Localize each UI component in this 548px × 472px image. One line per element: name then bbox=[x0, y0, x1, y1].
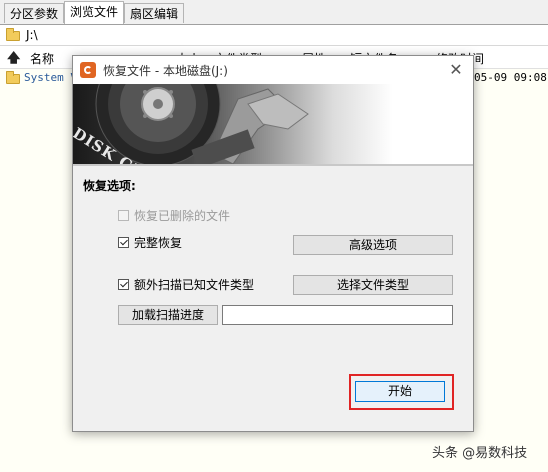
checkbox-box[interactable] bbox=[118, 279, 129, 290]
tab-strip: 分区参数 浏览文件 扇区编辑 bbox=[0, 0, 548, 25]
tab-browse-files[interactable]: 浏览文件 bbox=[64, 1, 125, 24]
folder-icon bbox=[6, 28, 20, 41]
checkbox-box[interactable] bbox=[118, 237, 129, 248]
diskgenius-app-icon bbox=[80, 62, 96, 78]
disk-genius-banner: DISK GENIUS bbox=[73, 84, 473, 164]
dialog-title: 恢复文件 - 本地磁盘(J:) bbox=[103, 64, 228, 78]
load-scan-progress-button[interactable]: 加载扫描进度 bbox=[118, 305, 218, 325]
full-recover-label: 完整恢复 bbox=[134, 236, 183, 250]
extra-scan-label: 额外扫描已知文件类型 bbox=[134, 278, 255, 292]
dialog-titlebar[interactable]: 恢复文件 - 本地磁盘(J:) ✕ bbox=[73, 56, 473, 84]
hard-disk-image bbox=[95, 84, 309, 164]
tab-partition-params[interactable]: 分区参数 bbox=[4, 3, 65, 23]
advanced-options-button[interactable]: 高级选项 bbox=[293, 235, 453, 255]
recover-options-heading: 恢复选项: bbox=[83, 179, 136, 193]
folder-icon bbox=[6, 71, 20, 84]
scan-progress-path-input[interactable] bbox=[222, 305, 453, 325]
recover-files-dialog: 恢复文件 - 本地磁盘(J:) ✕ DISK GENIUS 恢复选项: 恢复已删… bbox=[72, 55, 474, 432]
select-file-types-button[interactable]: 选择文件类型 bbox=[293, 275, 453, 295]
close-icon[interactable]: ✕ bbox=[445, 59, 467, 81]
recover-deleted-label: 恢复已删除的文件 bbox=[134, 209, 231, 223]
row-modified: 05-09 09:08:43 bbox=[474, 71, 548, 84]
banner-divider bbox=[73, 164, 473, 166]
path-bar: J:\ bbox=[0, 25, 548, 46]
column-name[interactable]: 名称 bbox=[30, 50, 54, 67]
watermark: 头条 @易数科技 bbox=[432, 446, 528, 461]
checkbox-box[interactable] bbox=[118, 210, 129, 221]
current-path[interactable]: J:\ bbox=[26, 28, 38, 42]
tab-sector-edit[interactable]: 扇区编辑 bbox=[124, 3, 185, 23]
up-arrow-icon[interactable]: 🡅 bbox=[7, 49, 20, 71]
start-button[interactable]: 开始 bbox=[355, 381, 445, 402]
row-name[interactable]: System V bbox=[24, 71, 77, 84]
